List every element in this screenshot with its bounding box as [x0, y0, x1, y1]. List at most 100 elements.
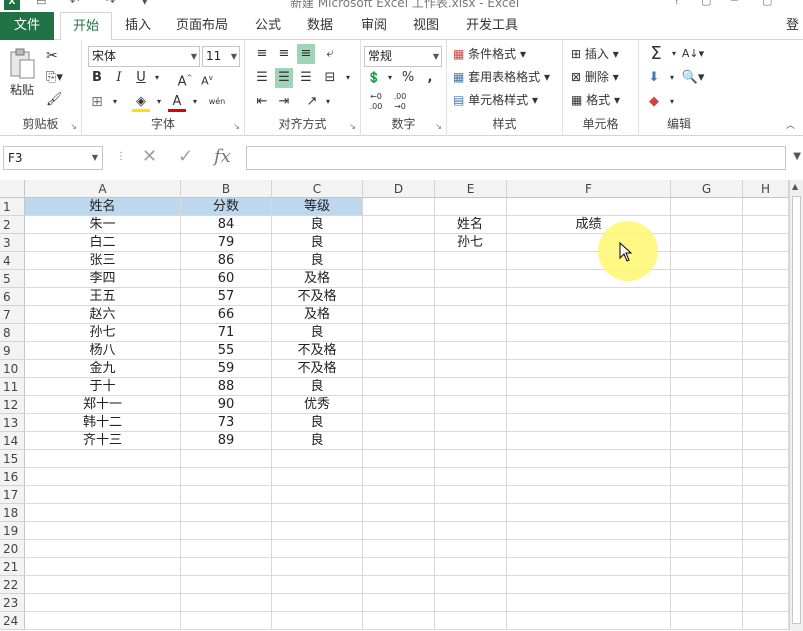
- cell-e7[interactable]: [435, 306, 507, 324]
- cell-d20[interactable]: [363, 540, 435, 558]
- cell-g10[interactable]: [671, 360, 743, 378]
- cancel-icon[interactable]: ✕: [142, 146, 157, 167]
- cell-b21[interactable]: [181, 558, 272, 576]
- number-format-combo[interactable]: 常规 ▼: [364, 46, 442, 67]
- cell-g4[interactable]: [671, 252, 743, 270]
- italic-icon[interactable]: I: [110, 68, 128, 88]
- cell-e20[interactable]: [435, 540, 507, 558]
- tab-review[interactable]: 审阅: [354, 12, 394, 40]
- align-bottom-icon[interactable]: ≡: [297, 44, 315, 64]
- underline-dropdown-icon[interactable]: ▾: [148, 68, 166, 88]
- cell-e17[interactable]: [435, 486, 507, 504]
- cell-b12[interactable]: 90: [181, 396, 272, 414]
- scroll-up-icon[interactable]: ▲: [792, 182, 798, 191]
- tab-formulas[interactable]: 公式: [248, 12, 288, 40]
- cell-e11[interactable]: [435, 378, 507, 396]
- cell-f20[interactable]: [507, 540, 671, 558]
- cell-c15[interactable]: [272, 450, 363, 468]
- fill-color-icon[interactable]: ◈: [132, 92, 150, 112]
- cell-a11[interactable]: 于十: [25, 378, 181, 396]
- cell-h18[interactable]: [743, 504, 789, 522]
- cell-g6[interactable]: [671, 288, 743, 306]
- cell-c8[interactable]: 良: [272, 324, 363, 342]
- cell-e21[interactable]: [435, 558, 507, 576]
- cell-c4[interactable]: 良: [272, 252, 363, 270]
- cell-f10[interactable]: [507, 360, 671, 378]
- cell-g16[interactable]: [671, 468, 743, 486]
- tab-developer[interactable]: 开发工具: [460, 12, 524, 40]
- cell-d8[interactable]: [363, 324, 435, 342]
- cell-b17[interactable]: [181, 486, 272, 504]
- cell-a6[interactable]: 王五: [25, 288, 181, 306]
- cell-b22[interactable]: [181, 576, 272, 594]
- cell-g20[interactable]: [671, 540, 743, 558]
- column-header-f[interactable]: F: [507, 180, 671, 198]
- cell-d15[interactable]: [363, 450, 435, 468]
- row-header-19[interactable]: 19: [0, 522, 25, 540]
- row-header-5[interactable]: 5: [0, 270, 25, 288]
- cell-b23[interactable]: [181, 594, 272, 612]
- cell-g1[interactable]: [671, 198, 743, 216]
- cut-icon[interactable]: ✂: [46, 46, 58, 66]
- row-header-24[interactable]: 24: [0, 612, 25, 630]
- align-left-icon[interactable]: ☰: [253, 68, 271, 88]
- maximize-icon[interactable]: ▢: [762, 0, 772, 7]
- number-dialog-launcher-icon[interactable]: ↘: [435, 122, 442, 131]
- cell-c18[interactable]: [272, 504, 363, 522]
- clipboard-dialog-launcher-icon[interactable]: ↘: [70, 122, 77, 131]
- font-dialog-launcher-icon[interactable]: ↘: [233, 122, 240, 131]
- help-icon[interactable]: ?: [674, 0, 680, 7]
- tab-view[interactable]: 视图: [406, 12, 446, 40]
- tab-file[interactable]: 文件: [0, 12, 54, 40]
- cell-f13[interactable]: [507, 414, 671, 432]
- cell-h10[interactable]: [743, 360, 789, 378]
- cell-c14[interactable]: 良: [272, 432, 363, 450]
- cell-e1[interactable]: [435, 198, 507, 216]
- fill-dropdown-icon[interactable]: ▾: [150, 92, 168, 112]
- cell-e24[interactable]: [435, 612, 507, 630]
- cell-g5[interactable]: [671, 270, 743, 288]
- cell-b10[interactable]: 59: [181, 360, 272, 378]
- cell-h5[interactable]: [743, 270, 789, 288]
- cell-d1[interactable]: [363, 198, 435, 216]
- cell-f21[interactable]: [507, 558, 671, 576]
- format-cells-button[interactable]: ▦ 格式 ▾: [571, 90, 620, 110]
- redo-icon[interactable]: ↷: [106, 0, 115, 8]
- cell-b3[interactable]: 79: [181, 234, 272, 252]
- row-header-13[interactable]: 13: [0, 414, 25, 432]
- vertical-scrollbar[interactable]: ▲: [789, 180, 803, 631]
- cell-f12[interactable]: [507, 396, 671, 414]
- cell-b18[interactable]: [181, 504, 272, 522]
- row-header-2[interactable]: 2: [0, 216, 25, 234]
- conditional-formatting-button[interactable]: ▦ 条件格式 ▾: [453, 44, 526, 64]
- cell-c5[interactable]: 及格: [272, 270, 363, 288]
- cell-c10[interactable]: 不及格: [272, 360, 363, 378]
- cell-c6[interactable]: 不及格: [272, 288, 363, 306]
- cell-c9[interactable]: 不及格: [272, 342, 363, 360]
- cell-d6[interactable]: [363, 288, 435, 306]
- minimize-icon[interactable]: ─: [731, 0, 738, 7]
- row-header-23[interactable]: 23: [0, 594, 25, 612]
- cell-b14[interactable]: 89: [181, 432, 272, 450]
- row-header-16[interactable]: 16: [0, 468, 25, 486]
- row-header-20[interactable]: 20: [0, 540, 25, 558]
- cell-d22[interactable]: [363, 576, 435, 594]
- cell-f9[interactable]: [507, 342, 671, 360]
- cell-f19[interactable]: [507, 522, 671, 540]
- cell-g13[interactable]: [671, 414, 743, 432]
- cell-g8[interactable]: [671, 324, 743, 342]
- cell-a16[interactable]: [25, 468, 181, 486]
- cell-f1[interactable]: [507, 198, 671, 216]
- format-painter-icon[interactable]: 🖌: [46, 90, 63, 110]
- cell-h24[interactable]: [743, 612, 789, 630]
- cell-c20[interactable]: [272, 540, 363, 558]
- row-header-1[interactable]: 1: [0, 198, 25, 216]
- cell-g7[interactable]: [671, 306, 743, 324]
- row-header-15[interactable]: 15: [0, 450, 25, 468]
- cell-h20[interactable]: [743, 540, 789, 558]
- paste-button[interactable]: 粘贴: [10, 80, 34, 100]
- select-all-corner[interactable]: [0, 180, 25, 198]
- cell-a10[interactable]: 金九: [25, 360, 181, 378]
- cell-e18[interactable]: [435, 504, 507, 522]
- cell-d9[interactable]: [363, 342, 435, 360]
